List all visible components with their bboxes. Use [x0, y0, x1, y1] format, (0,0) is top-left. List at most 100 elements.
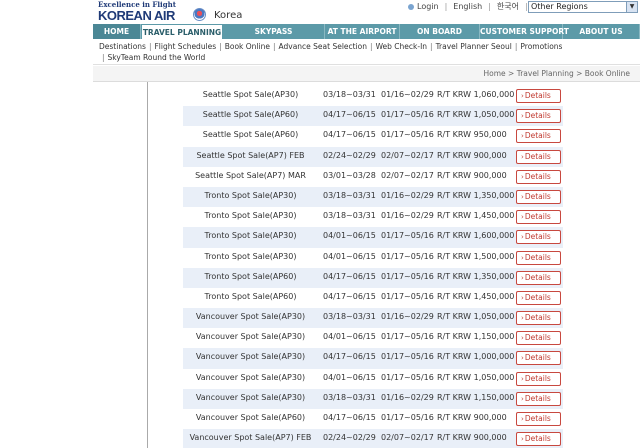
- chevron-right-icon: ›: [521, 172, 524, 181]
- details-button[interactable]: ›Details: [516, 250, 561, 265]
- fare-row: Vancouver Spot Sale(AP30) 03/18~03/31 01/1…: [183, 308, 563, 329]
- fare-name: Seattle Spot Sale(AP7) FEB: [196, 150, 305, 160]
- details-button[interactable]: ›Details: [516, 230, 561, 245]
- details-label: Details: [524, 131, 551, 141]
- booking-period: 01/17~05/16: [381, 130, 434, 140]
- chevron-down-icon[interactable]: ▼: [626, 2, 637, 12]
- details-button[interactable]: ›Details: [516, 432, 561, 447]
- sub-nav-web-check-in[interactable]: Web Check-In: [376, 42, 427, 51]
- sub-nav-travel-planner-seoul[interactable]: Travel Planner Seoul: [436, 42, 512, 51]
- booking-period: 01/16~02/29: [381, 90, 434, 99]
- sub-nav-destinations[interactable]: Destinations: [99, 42, 146, 51]
- details-label: Details: [524, 191, 551, 201]
- nav-tab-customer-support[interactable]: CUSTOMER SUPPORT: [480, 24, 569, 39]
- chevron-right-icon: ›: [521, 192, 524, 201]
- details-button[interactable]: ›Details: [516, 290, 561, 305]
- fare-name: Tronto Spot Sale(AP30): [204, 190, 297, 200]
- travel-period: 03/18~03/31: [323, 190, 376, 200]
- fare-row: Vancouver Spot Sale(AP30) 04/01~06/15 01/1…: [183, 369, 563, 389]
- fare-name: Tronto Spot Sale(AP30): [204, 251, 297, 261]
- region-select-value: Other Regions: [531, 2, 588, 11]
- travel-period: 04/17~06/15: [323, 291, 376, 301]
- details-button[interactable]: ›Details: [516, 412, 561, 426]
- fare-price: R/T KRW 1,050,000: [437, 372, 515, 382]
- chevron-right-icon: ›: [521, 213, 524, 222]
- korean-link[interactable]: 한국어: [497, 1, 519, 12]
- login-icon: [408, 3, 414, 10]
- booking-period: 01/17~05/16: [381, 352, 434, 362]
- nav-tab-on-board[interactable]: ON BOARD: [400, 24, 480, 39]
- details-button[interactable]: ›Details: [516, 391, 561, 406]
- details-button[interactable]: ›Details: [516, 210, 561, 225]
- fare-row: Seattle Spot Sale(AP7) FEB 02/24~02/29 02/…: [183, 146, 563, 167]
- fare-name: Tronto Spot Sale(AP30): [204, 231, 297, 241]
- nav-tab-travel-planning[interactable]: TRAVEL PLANNING: [141, 24, 223, 39]
- korean-air-logo[interactable]: KOREAN AIR: [98, 8, 175, 23]
- details-button[interactable]: ›Details: [516, 129, 561, 144]
- login-link[interactable]: Login: [417, 2, 439, 11]
- chevron-right-icon: ›: [521, 354, 524, 363]
- booking-period: 01/17~05/16: [381, 110, 434, 120]
- chevron-right-icon: ›: [521, 152, 524, 161]
- booking-period: 01/17~05/16: [381, 413, 434, 422]
- chevron-right-icon: ›: [521, 273, 524, 282]
- chevron-right-icon: ›: [521, 112, 524, 121]
- details-button[interactable]: ›Details: [516, 89, 561, 103]
- details-button[interactable]: ›Details: [516, 109, 561, 124]
- region-select[interactable]: Other Regions ▼: [528, 1, 638, 13]
- booking-period: 02/07~02/17: [381, 170, 434, 180]
- fare-name: Seattle Spot Sale(AP30): [202, 90, 299, 99]
- details-button[interactable]: ›Details: [516, 149, 561, 164]
- fare-price: R/T KRW 1,450,000: [437, 291, 515, 301]
- fare-name: Vancouver Spot Sale(AP30): [195, 392, 306, 402]
- details-button[interactable]: ›Details: [516, 189, 561, 204]
- sub-nav-row: | SkyTeam Round the World: [102, 53, 206, 62]
- fare-name: Tronto Spot Sale(AP60): [204, 271, 297, 281]
- sub-nav-skyteam-rtw[interactable]: SkyTeam Round the World: [108, 53, 206, 62]
- fare-price: R/T KRW 1,350,000: [437, 190, 515, 200]
- fare-row: Seattle Spot Sale(AP60) 04/17~06/15 01/17~…: [183, 106, 563, 127]
- nav-tab-skypass[interactable]: SKYPASS: [223, 24, 325, 39]
- fare-price: R/T KRW 1,060,000: [437, 90, 515, 99]
- travel-period: 04/01~06/15: [323, 332, 376, 342]
- sub-nav-book-online[interactable]: Book Online: [225, 42, 270, 51]
- details-label: Details: [524, 434, 551, 444]
- chevron-right-icon: ›: [521, 435, 524, 444]
- details-button[interactable]: ›Details: [516, 169, 561, 184]
- fare-name: Tronto Spot Sale(AP60): [204, 291, 297, 301]
- booking-period: 01/16~02/29: [381, 190, 434, 200]
- chevron-right-icon: ›: [521, 92, 524, 100]
- chevron-right-icon: ›: [521, 415, 524, 423]
- fare-price: R/T KRW 1,050,000: [437, 110, 515, 120]
- details-button[interactable]: ›Details: [516, 371, 561, 386]
- travel-period: 04/17~06/15: [323, 271, 376, 281]
- fare-table: Seattle Spot Sale(AP30) 03/18~03/31 01/16~…: [183, 86, 563, 448]
- travel-period: 04/17~06/15: [323, 413, 376, 422]
- fare-row: Seattle Spot Sale(AP30) 03/18~03/31 01/16~…: [183, 86, 563, 106]
- details-button[interactable]: ›Details: [516, 311, 561, 326]
- details-label: Details: [524, 333, 551, 343]
- fare-row: Tronto Spot Sale(AP30) 04/01~06/15 01/17~0…: [183, 227, 563, 248]
- details-button[interactable]: ›Details: [516, 331, 561, 346]
- fare-price: R/T KRW 1,050,000: [437, 312, 515, 322]
- details-label: Details: [524, 272, 551, 282]
- taeguk-logo-icon: [193, 8, 206, 21]
- sub-nav-flight-schedules[interactable]: Flight Schedules: [154, 42, 216, 51]
- chevron-right-icon: ›: [521, 314, 524, 323]
- fare-row: Tronto Spot Sale(AP60) 04/17~06/15 01/17~0…: [183, 288, 563, 308]
- fare-price: R/T KRW 1,500,000: [437, 251, 515, 261]
- nav-tab-home[interactable]: HOME: [93, 24, 141, 39]
- details-button[interactable]: ›Details: [516, 351, 561, 366]
- details-label: Details: [524, 414, 551, 423]
- nav-tab-at-the-airport[interactable]: AT THE AIRPORT: [325, 24, 400, 39]
- sub-nav-promotions[interactable]: Promotions: [520, 42, 562, 51]
- fare-row: Vancouver Spot Sale(AP7) FEB 02/24~02/29 0…: [183, 429, 563, 448]
- details-button[interactable]: ›Details: [516, 270, 561, 285]
- english-link[interactable]: English: [453, 2, 482, 11]
- nav-tab-about-us[interactable]: ABOUT US: [563, 24, 640, 39]
- travel-period: 04/01~06/15: [323, 372, 376, 382]
- fare-name: Vancouver Spot Sale(AP30): [195, 312, 306, 322]
- fare-row: Tronto Spot Sale(AP30) 03/18~03/31 01/16~0…: [183, 207, 563, 227]
- fare-row: Tronto Spot Sale(AP30) 03/18~03/31 01/16~0…: [183, 186, 563, 208]
- sub-nav-advance-seat-selection[interactable]: Advance Seat Selection: [279, 42, 368, 51]
